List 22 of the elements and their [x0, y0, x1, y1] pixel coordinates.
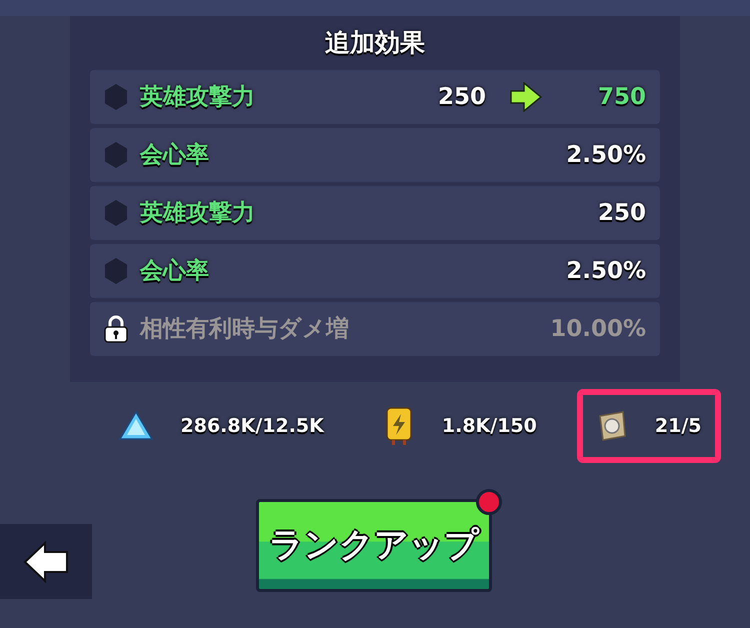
resource-amount: 21/5 — [654, 414, 702, 439]
scroll-icon — [596, 410, 627, 442]
back-button[interactable] — [0, 524, 92, 599]
effect-value: 250 — [438, 82, 486, 112]
resource-amount: 1.8K/150 — [442, 414, 537, 439]
left-arrow-icon — [23, 540, 69, 582]
effect-value: 2.50% — [566, 140, 646, 170]
resource-amount: 286.8K/12.5K — [180, 414, 324, 439]
effect-value: 2.50% — [566, 256, 646, 286]
effect-label: 英雄攻撃力 — [140, 198, 255, 228]
effect-label: 会心率 — [140, 140, 209, 170]
panel-title: 追加効果 — [325, 27, 425, 60]
new-effect-value: 750 — [596, 82, 646, 112]
crystal-icon — [118, 411, 153, 441]
effect-label: 会心率 — [140, 256, 209, 286]
effect-value: 10.00% — [550, 314, 646, 344]
effect-label: 英雄攻撃力 — [140, 82, 255, 112]
effect-value: 250 — [598, 198, 646, 228]
effect-label: 相性有利時与ダメ増 — [140, 314, 349, 344]
right-arrow-icon — [510, 82, 542, 112]
battery-icon — [384, 406, 414, 446]
rank-up-button[interactable]: ランクアップ — [256, 499, 492, 592]
